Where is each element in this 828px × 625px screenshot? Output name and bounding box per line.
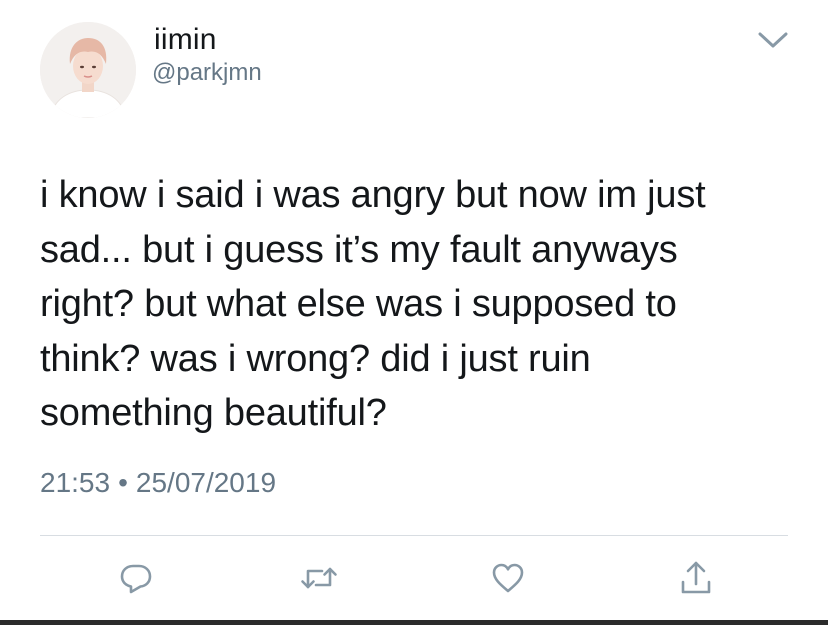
share-icon [681, 561, 711, 594]
user-handle[interactable]: @parkjmn [152, 59, 262, 87]
avatar[interactable] [40, 22, 136, 118]
reply-button[interactable] [114, 556, 158, 600]
share-button[interactable] [674, 556, 718, 600]
like-button[interactable] [486, 556, 530, 600]
retweet-icon [301, 567, 337, 589]
tweet-date: 25/07/2019 [135, 467, 277, 498]
divider [40, 535, 788, 536]
tweet-timestamp[interactable]: 21:53 • 25/07/2019 [40, 466, 276, 500]
tweet-card: iimin @parkjmn i know i said i was angry… [0, 0, 828, 625]
tweet-text: i know i said i was angry but now im jus… [40, 174, 706, 434]
meta-separator: • [118, 467, 128, 498]
action-bar [0, 556, 828, 600]
display-name[interactable]: iimin [154, 23, 217, 57]
reply-icon [120, 564, 152, 594]
tweet-time: 21:53 [40, 467, 111, 498]
avatar-photo-icon [40, 22, 136, 118]
chevron-down-icon[interactable] [756, 28, 790, 52]
bottom-border [0, 620, 828, 625]
heart-icon [492, 563, 524, 593]
retweet-button[interactable] [297, 556, 341, 600]
